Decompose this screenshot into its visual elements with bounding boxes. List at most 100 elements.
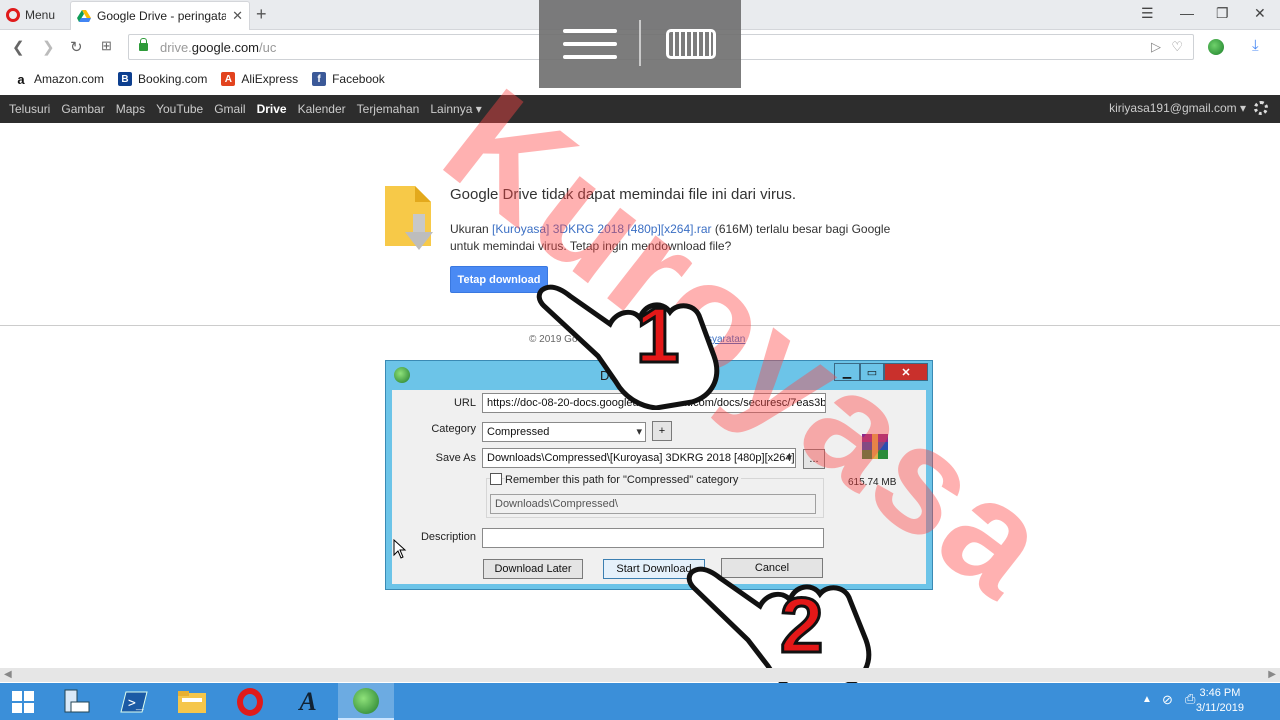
- new-tab-button[interactable]: +: [256, 4, 267, 25]
- sound-icon[interactable]: ⎙: [1185, 691, 1195, 707]
- network-icon[interactable]: ⊘: [1162, 692, 1173, 708]
- gbar-lainnya[interactable]: Lainnya ▾: [430, 102, 481, 116]
- winrar-archive-icon: [860, 432, 890, 462]
- opera-icon: [237, 687, 263, 716]
- gbar-terjemahan[interactable]: Terjemahan: [357, 102, 420, 116]
- tab-menu-icon[interactable]: ☰: [1141, 5, 1154, 22]
- downloads-icon[interactable]: ⤓: [1252, 37, 1259, 54]
- opera-logo-icon: [6, 8, 20, 22]
- file-size: 615.74 MB: [848, 477, 897, 488]
- powershell-icon: >_: [120, 691, 148, 712]
- address-path: /uc: [259, 39, 277, 55]
- windows-taskbar: >_ A ▲ ⊘ ⎙ 3:46 PM 3/11/2019: [0, 683, 1280, 720]
- dialog-body: URL https://doc-08-20-docs.googleusercon…: [392, 390, 926, 584]
- tab-google-drive[interactable]: Google Drive - peringatan ✕: [70, 1, 250, 30]
- reload-icon[interactable]: ↻: [70, 38, 83, 56]
- bookmark-label: Facebook: [332, 72, 385, 86]
- warning-body-pre: Ukuran: [450, 222, 493, 236]
- file-name-link[interactable]: [Kuroyasa] 3DKRG 2018 [480p][x264].rar: [492, 222, 711, 236]
- restore-icon[interactable]: ❐: [1216, 5, 1229, 22]
- dialog-maximize-icon[interactable]: ▭: [860, 363, 884, 381]
- warning-title: Google Drive tidak dapat memindai file i…: [450, 186, 796, 203]
- taskbar-powershell[interactable]: >_: [106, 683, 162, 720]
- account-email[interactable]: kiriyasa191@gmail.com ▾: [1109, 101, 1246, 115]
- heart-icon[interactable]: ♡: [1171, 39, 1183, 55]
- dialog-minimize-icon[interactable]: ▁: [834, 363, 860, 381]
- folder-icon: [178, 690, 206, 713]
- send-icon[interactable]: ▷: [1151, 39, 1161, 55]
- svg-text:>_: >_: [128, 696, 144, 711]
- gbar-maps[interactable]: Maps: [116, 102, 145, 116]
- start-button[interactable]: [0, 683, 46, 720]
- remember-label: Remember this path for "Compressed" cate…: [505, 474, 742, 486]
- idm-taskbar-icon: [353, 687, 379, 714]
- taskbar-opera[interactable]: [222, 683, 278, 720]
- tab-close-icon[interactable]: ✕: [232, 8, 243, 24]
- bookmark-label: Booking.com: [138, 72, 208, 86]
- saveas-select[interactable]: Downloads\Compressed\[Kuroyasa] 3DKRG 20…: [482, 448, 796, 468]
- address-host: google.com: [191, 39, 260, 55]
- bookmark-facebook[interactable]: f Facebook: [312, 72, 385, 86]
- facebook-icon: f: [312, 72, 327, 86]
- menu-label: Menu: [25, 8, 56, 22]
- gbar-gmail[interactable]: Gmail: [214, 102, 245, 116]
- taskbar-file-explorer[interactable]: [164, 683, 220, 720]
- keyboard-icon[interactable]: [666, 29, 716, 59]
- bookmark-amazon[interactable]: a Amazon.com: [14, 72, 105, 87]
- remote-control-overlay: [539, 0, 741, 88]
- speed-dial-icon[interactable]: ⊞: [101, 38, 112, 54]
- description-label: Description: [420, 531, 476, 543]
- description-field[interactable]: [482, 528, 824, 548]
- minimize-icon[interactable]: —: [1180, 5, 1194, 21]
- gbar-youtube[interactable]: YouTube: [156, 102, 203, 116]
- scroll-left-icon[interactable]: ◀: [4, 669, 12, 680]
- overlay-separator: [639, 20, 641, 66]
- taskbar-font-app[interactable]: A: [280, 683, 336, 720]
- bookmark-label: AliExpress: [241, 72, 299, 86]
- download-later-button[interactable]: Download Later: [483, 559, 583, 579]
- browse-button[interactable]: ...: [803, 449, 825, 469]
- mouse-cursor-icon: [393, 539, 407, 559]
- category-label: Category: [431, 423, 476, 435]
- gbar-account-area: kiriyasa191@gmail.com ▾: [1109, 101, 1268, 115]
- close-window-icon[interactable]: ✕: [1254, 5, 1266, 22]
- bookmark-booking[interactable]: B Booking.com: [118, 72, 207, 86]
- warning-body: Ukuran [Kuroyasa] 3DKRG 2018 [480p][x264…: [450, 221, 910, 255]
- url-label: URL: [453, 397, 476, 409]
- tab-title: Google Drive - peringatan: [97, 9, 227, 23]
- back-icon[interactable]: ❮: [12, 38, 25, 56]
- overlay-menu-icon-line: [563, 55, 617, 59]
- server-manager-icon: [64, 689, 90, 712]
- bookmark-aliexpress[interactable]: A AliExpress: [221, 72, 298, 86]
- add-category-button[interactable]: +: [652, 421, 672, 441]
- step-2-number: 2: [778, 580, 824, 671]
- idm-extension-icon[interactable]: [1208, 39, 1224, 55]
- gear-icon[interactable]: [1254, 101, 1268, 115]
- scroll-right-icon[interactable]: ▶: [1268, 669, 1276, 680]
- booking-icon: B: [118, 72, 133, 86]
- gbar-drive[interactable]: Drive: [257, 102, 287, 116]
- keep-download-button[interactable]: Tetap download: [450, 266, 548, 293]
- aliexpress-icon: A: [221, 72, 236, 86]
- gbar-kalender[interactable]: Kalender: [298, 102, 346, 116]
- gbar-gambar[interactable]: Gambar: [61, 102, 104, 116]
- pointing-hand-1-icon: [536, 284, 720, 410]
- clock-date: 3/11/2019: [1195, 702, 1244, 714]
- category-select[interactable]: Compressed: [482, 422, 646, 442]
- tray-expand-icon[interactable]: ▲: [1142, 694, 1152, 705]
- file-download-icon: [383, 184, 435, 252]
- taskbar-clock[interactable]: 3:46 PM 3/11/2019: [1196, 686, 1244, 716]
- overlay-menu-icon[interactable]: [563, 29, 617, 33]
- dialog-close-icon[interactable]: ✕: [884, 363, 928, 381]
- forward-icon[interactable]: ❯: [42, 38, 55, 56]
- clock-time: 3:46 PM: [1199, 687, 1241, 699]
- taskbar-server-manager[interactable]: [48, 683, 104, 720]
- horizontal-scrollbar[interactable]: ◀ ▶: [0, 668, 1280, 682]
- saveas-label: Save As: [435, 452, 476, 464]
- windows-logo-icon: [12, 690, 34, 713]
- bookmark-label: Amazon.com: [34, 72, 105, 86]
- remember-checkbox[interactable]: [490, 473, 502, 485]
- taskbar-idm[interactable]: [338, 683, 394, 720]
- gbar-telusuri[interactable]: Telusuri: [9, 102, 50, 116]
- opera-menu-button[interactable]: Menu: [6, 7, 55, 23]
